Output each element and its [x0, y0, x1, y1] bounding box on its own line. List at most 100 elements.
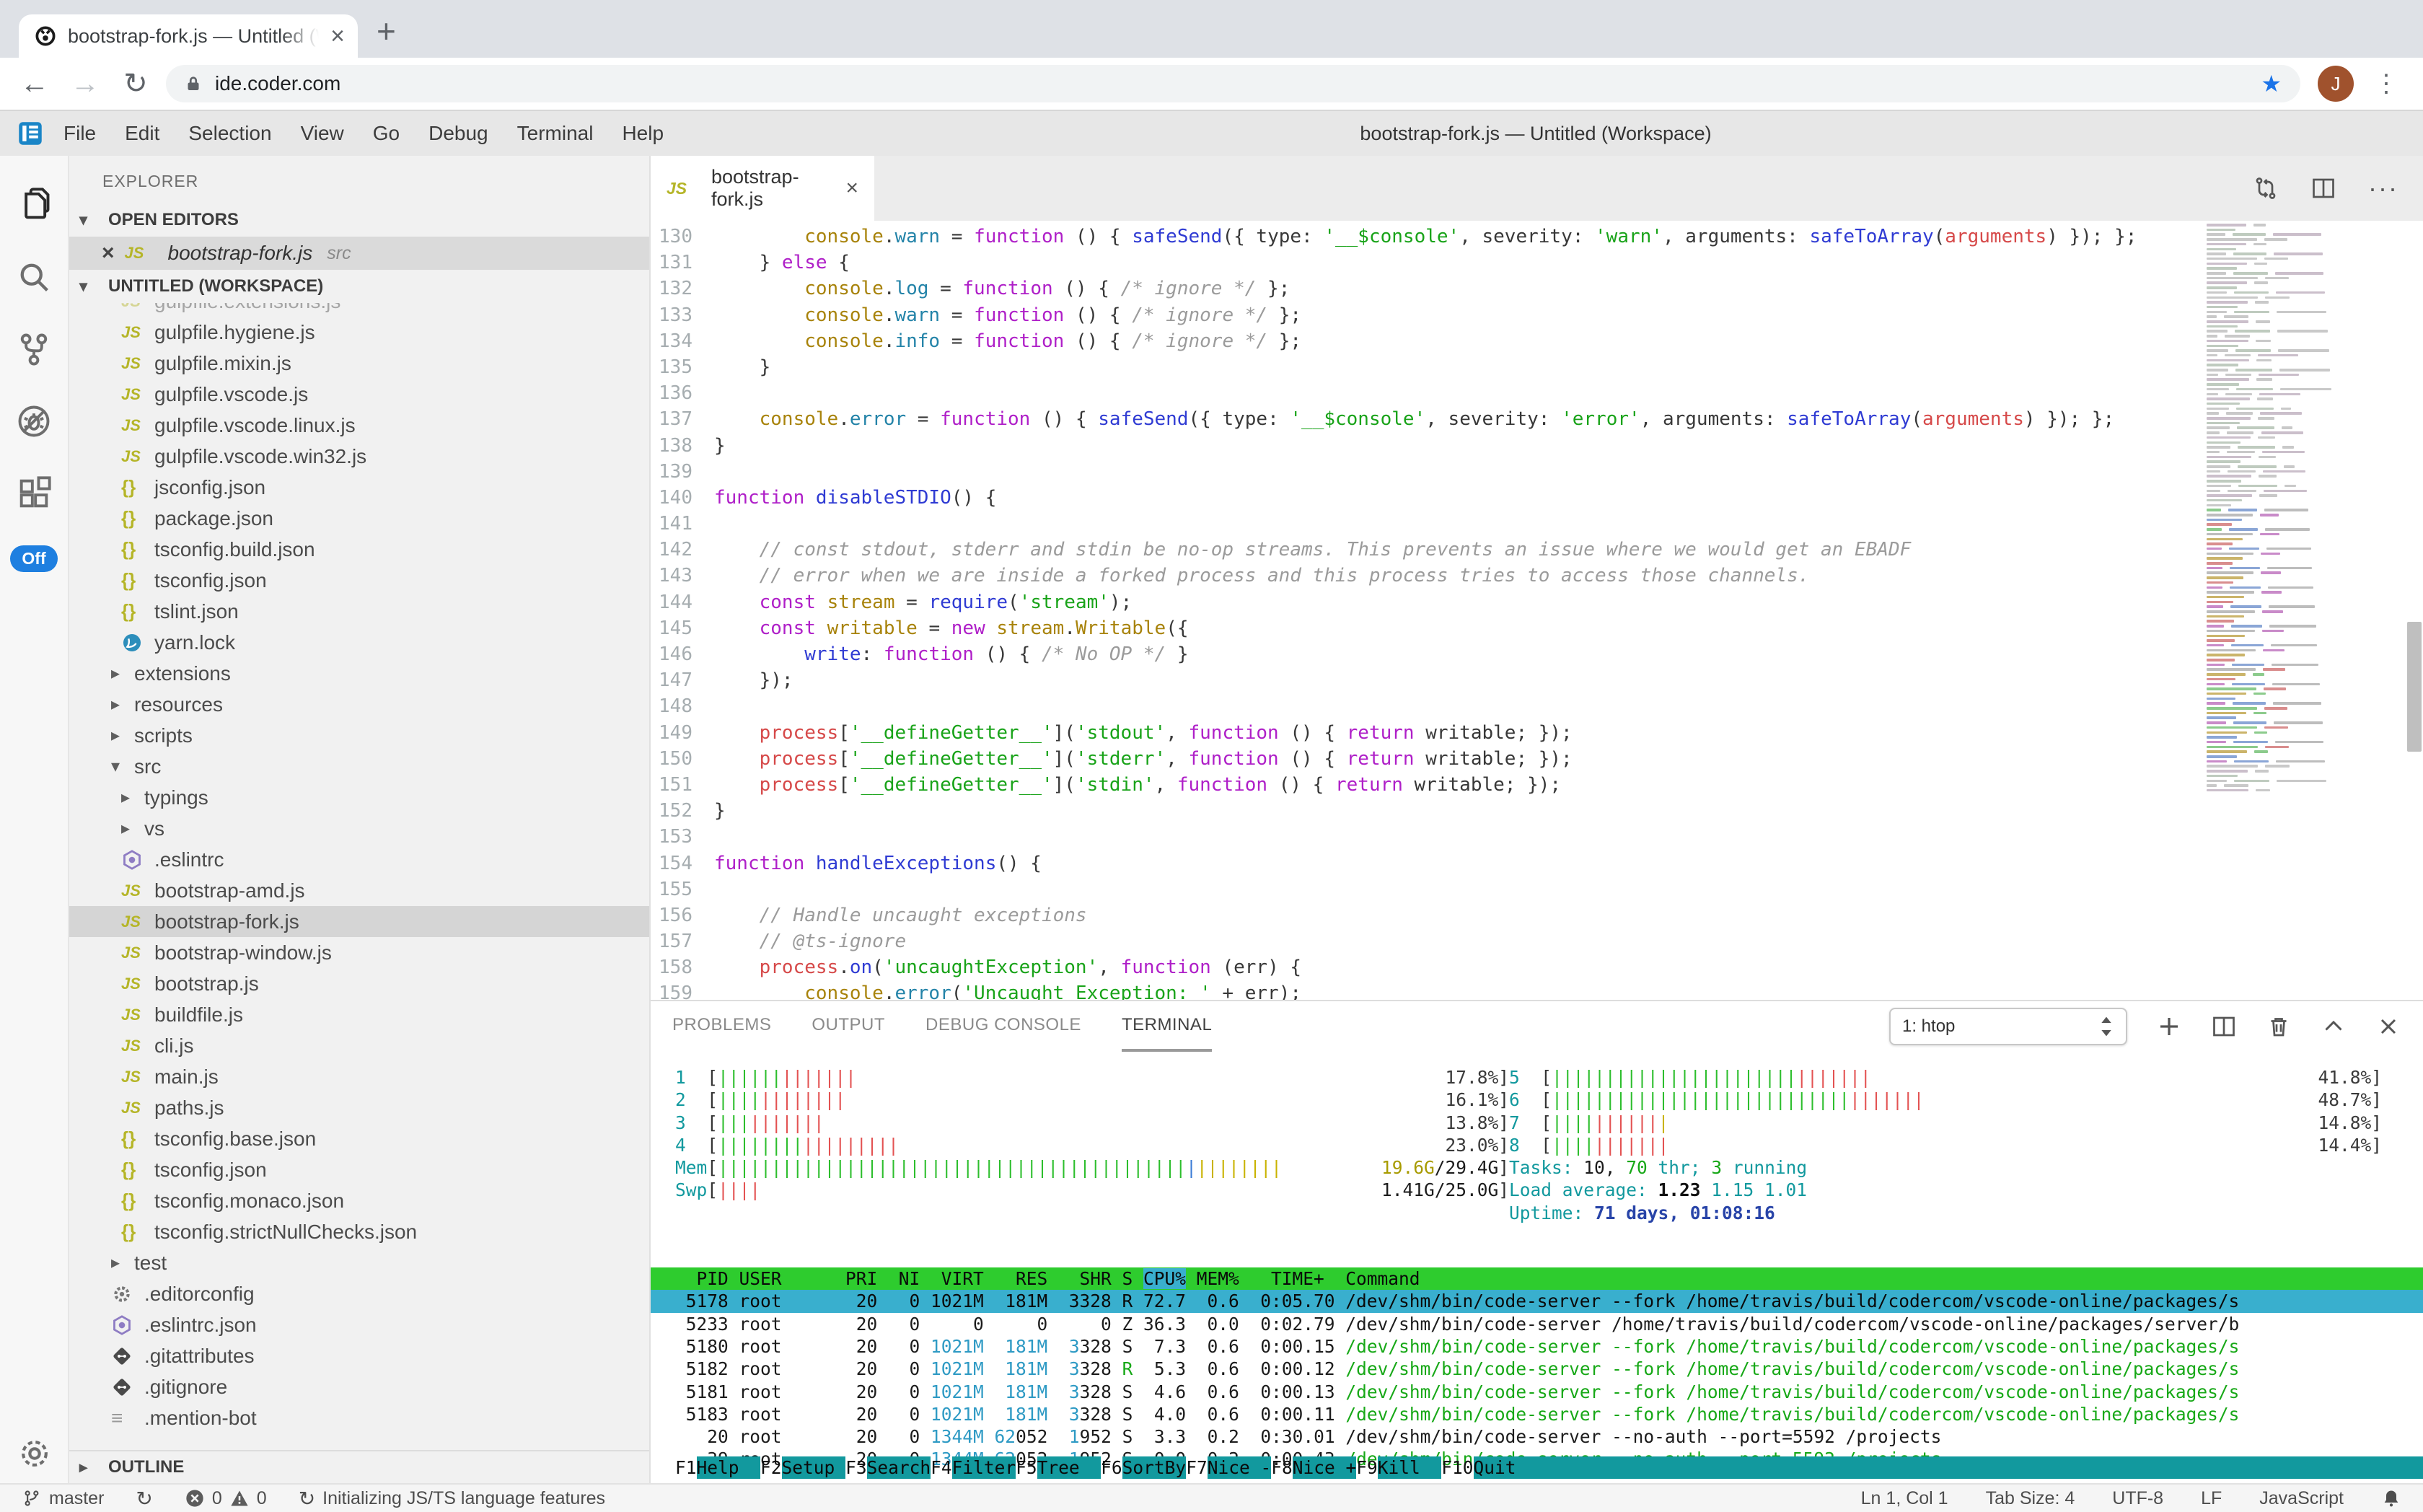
tree-item-paths.js[interactable]: JSpaths.js: [69, 1092, 649, 1123]
tree-item-tsconfig.build.json[interactable]: {}tsconfig.build.json: [69, 534, 649, 565]
tree-item-gulpfile.vscode.win32.js[interactable]: JSgulpfile.vscode.win32.js: [69, 441, 649, 472]
code-editor[interactable]: 130 console.warn = function () { safeSen…: [651, 221, 2423, 1000]
tab-close-icon[interactable]: ×: [845, 176, 858, 201]
tree-item-.gitignore[interactable]: .gitignore: [69, 1371, 649, 1402]
tree-item-gulpfile.extensions.js[interactable]: JSgulpfile.extensions.js: [69, 303, 649, 317]
process-row-5183[interactable]: 5183 root 20 0 1021M 181M 3328 S 4.0 0.6…: [651, 1403, 2423, 1425]
tree-item-vs[interactable]: ▸vs: [69, 813, 649, 844]
workspace-header[interactable]: ▾ UNTITLED (WORKSPACE): [69, 270, 649, 303]
tree-item-scripts[interactable]: ▸scripts: [69, 720, 649, 751]
tree-item-bootstrap-fork.js[interactable]: JSbootstrap-fork.js: [69, 906, 649, 937]
open-editors-header[interactable]: ▾ OPEN EDITORS: [69, 203, 649, 237]
new-terminal-icon[interactable]: [2156, 1014, 2182, 1040]
split-terminal-icon[interactable]: [2211, 1014, 2237, 1040]
tree-item-.gitattributes[interactable]: .gitattributes: [69, 1340, 649, 1371]
debug-icon[interactable]: [0, 385, 69, 457]
menu-edit[interactable]: Edit: [125, 122, 159, 145]
tree-item-.mention-bot[interactable]: ≡.mention-bot: [69, 1402, 649, 1433]
browser-menu-icon[interactable]: ⋮: [2364, 69, 2409, 98]
tree-item-gulpfile.vscode.js[interactable]: JSgulpfile.vscode.js: [69, 379, 649, 410]
tree-item-package.json[interactable]: {}package.json: [69, 503, 649, 534]
tree-item-yarn.lock[interactable]: yarn.lock: [69, 627, 649, 658]
menu-view[interactable]: View: [301, 122, 344, 145]
tree-item-.eslintrc.json[interactable]: .eslintrc.json: [69, 1309, 649, 1340]
scrollbar-thumb[interactable]: [2407, 622, 2422, 752]
explorer-icon[interactable]: [0, 169, 69, 241]
tree-item-jsconfig.json[interactable]: {}jsconfig.json: [69, 472, 649, 503]
menu-go[interactable]: Go: [373, 122, 400, 145]
bookmark-star-icon[interactable]: ★: [2261, 70, 2282, 97]
tree-item-main.js[interactable]: JSmain.js: [69, 1061, 649, 1092]
close-panel-icon[interactable]: [2375, 1014, 2401, 1040]
open-editor-item[interactable]: × JS bootstrap-fork.js src: [69, 237, 649, 270]
source-control-icon[interactable]: [0, 313, 69, 385]
tree-item-typings[interactable]: ▸typings: [69, 782, 649, 813]
tree-item-gulpfile.hygiene.js[interactable]: JSgulpfile.hygiene.js: [69, 317, 649, 348]
tree-item-buildfile.js[interactable]: JSbuildfile.js: [69, 999, 649, 1030]
cursor-position[interactable]: Ln 1, Col 1: [1861, 1488, 1948, 1509]
tree-item-.eslintrc[interactable]: .eslintrc: [69, 844, 649, 875]
browser-tab[interactable]: bootstrap-fork.js — Untitled (W ×: [19, 14, 358, 58]
eol[interactable]: LF: [2201, 1488, 2222, 1509]
address-bar[interactable]: ide.coder.com ★: [166, 65, 2300, 102]
process-row-5181[interactable]: 5181 root 20 0 1021M 181M 3328 S 4.6 0.6…: [651, 1381, 2423, 1403]
tree-item-bootstrap-amd.js[interactable]: JSbootstrap-amd.js: [69, 875, 649, 906]
tree-item-src[interactable]: ▾src: [69, 751, 649, 782]
tree-item-tsconfig.monaco.json[interactable]: {}tsconfig.monaco.json: [69, 1185, 649, 1216]
reload-button[interactable]: ↻: [115, 67, 156, 100]
tree-item-gulpfile.vscode.linux.js[interactable]: JSgulpfile.vscode.linux.js: [69, 410, 649, 441]
process-row-5178[interactable]: 5178 root 20 0 1021M 181M 3328 R 72.7 0.…: [651, 1290, 2423, 1312]
back-button[interactable]: ←: [14, 68, 55, 100]
search-icon[interactable]: [0, 241, 69, 313]
split-editor-icon[interactable]: [2310, 175, 2336, 201]
menu-terminal[interactable]: Terminal: [517, 122, 594, 145]
panel-tab-debug-console[interactable]: DEBUG CONSOLE: [925, 1001, 1081, 1052]
more-actions-icon[interactable]: ···: [2368, 173, 2398, 203]
maximize-panel-icon[interactable]: [2321, 1014, 2347, 1040]
menu-selection[interactable]: Selection: [188, 122, 271, 145]
status-badge[interactable]: Off: [10, 545, 57, 572]
terminal[interactable]: 1 [|||||||||||||17.8%]2 [||||||||||||16.…: [651, 1052, 2423, 1483]
terminal-select[interactable]: 1: htop: [1889, 1008, 2127, 1045]
forward-button[interactable]: →: [65, 68, 105, 100]
encoding[interactable]: UTF-8: [2112, 1488, 2163, 1509]
new-tab-button[interactable]: +: [377, 14, 396, 48]
close-icon[interactable]: ×: [102, 241, 115, 265]
notifications-bell-icon[interactable]: [2381, 1488, 2401, 1508]
tree-item-tsconfig.json[interactable]: {}tsconfig.json: [69, 1154, 649, 1185]
process-row-5182[interactable]: 5182 root 20 0 1021M 181M 3328 R 5.3 0.6…: [651, 1358, 2423, 1380]
panel-tab-terminal[interactable]: TERMINAL: [1122, 1001, 1212, 1052]
avatar[interactable]: J: [2318, 66, 2354, 102]
settings-gear-icon[interactable]: [0, 1436, 69, 1472]
tree-item-test[interactable]: ▸test: [69, 1247, 649, 1278]
outline-header[interactable]: ▸ OUTLINE: [69, 1450, 649, 1483]
tab-close-icon[interactable]: ×: [330, 24, 345, 48]
branch-indicator[interactable]: master: [22, 1488, 104, 1509]
menu-help[interactable]: Help: [622, 122, 664, 145]
language-mode[interactable]: JavaScript: [2259, 1488, 2344, 1509]
tree-item-bootstrap-window.js[interactable]: JSbootstrap-window.js: [69, 937, 649, 968]
sync-editors-icon[interactable]: [2253, 175, 2279, 201]
panel-tab-problems[interactable]: PROBLEMS: [672, 1001, 771, 1052]
process-row-5180[interactable]: 5180 root 20 0 1021M 181M 3328 S 7.3 0.6…: [651, 1335, 2423, 1358]
minimap[interactable]: [2202, 224, 2373, 801]
process-row-20[interactable]: 20 root 20 0 1344M 62052 1952 S 3.3 0.2 …: [651, 1425, 2423, 1448]
tree-item-cli.js[interactable]: JScli.js: [69, 1030, 649, 1061]
panel-tab-output[interactable]: OUTPUT: [812, 1001, 885, 1052]
tree-item-resources[interactable]: ▸resources: [69, 689, 649, 720]
tree-item-tsconfig.strictNullChecks.json[interactable]: {}tsconfig.strictNullChecks.json: [69, 1216, 649, 1247]
menu-debug[interactable]: Debug: [428, 122, 488, 145]
menu-file[interactable]: File: [63, 122, 96, 145]
tree-item-bootstrap.js[interactable]: JSbootstrap.js: [69, 968, 649, 999]
tree-item-tsconfig.base.json[interactable]: {}tsconfig.base.json: [69, 1123, 649, 1154]
editor-tab[interactable]: JS bootstrap-fork.js ×: [651, 156, 874, 221]
kill-terminal-icon[interactable]: [2266, 1014, 2292, 1040]
extensions-icon[interactable]: [0, 457, 69, 529]
process-row-5233[interactable]: 5233 root 20 0 0 0 0 Z 36.3 0.0 0:02.79 …: [651, 1313, 2423, 1335]
tree-item-.editorconfig[interactable]: .editorconfig: [69, 1278, 649, 1309]
tree-item-tsconfig.json[interactable]: {}tsconfig.json: [69, 565, 649, 596]
tree-item-gulpfile.mixin.js[interactable]: JSgulpfile.mixin.js: [69, 348, 649, 379]
tree-item-extensions[interactable]: ▸extensions: [69, 658, 649, 689]
process-table-header[interactable]: PID USER PRI NI VIRT RES SHR S CPU% MEM%…: [651, 1267, 2423, 1290]
sync-indicator[interactable]: ↻: [136, 1487, 152, 1511]
